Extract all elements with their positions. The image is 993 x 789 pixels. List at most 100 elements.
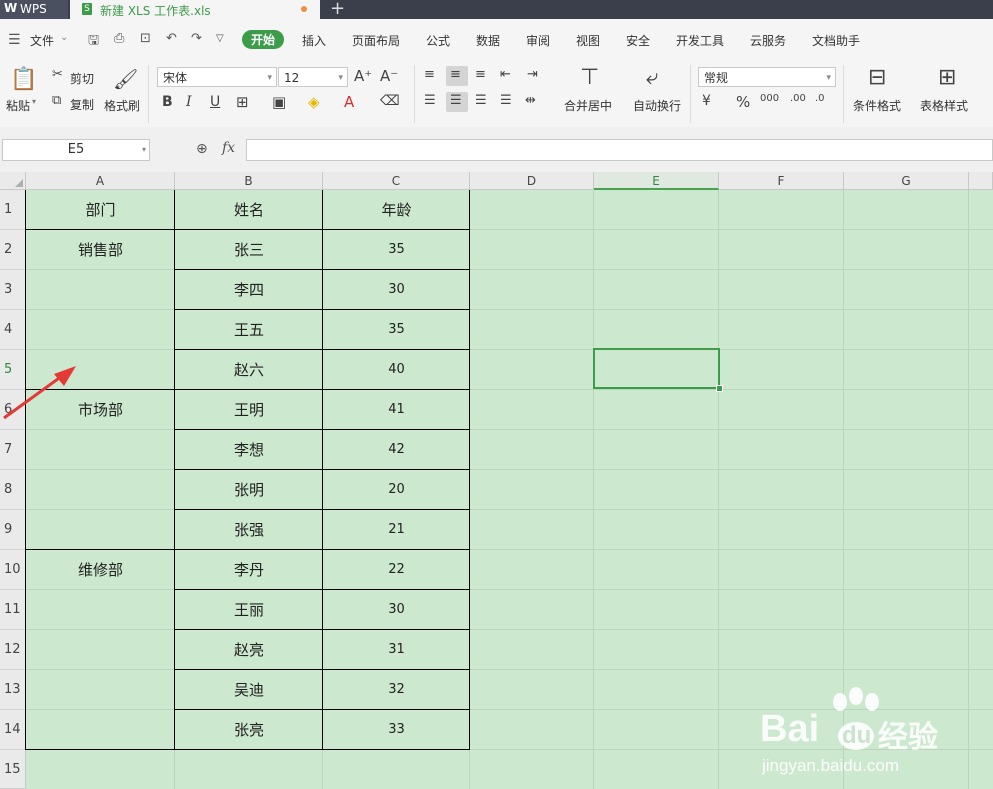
active-cell-cursor[interactable] [593,348,720,389]
tab-doc-assistant[interactable]: 文档助手 [812,32,860,49]
cell-b12[interactable]: 赵亮 [175,630,323,670]
column-header-a[interactable]: A [26,172,175,190]
row-header-3[interactable]: 3 [0,270,26,310]
cell-c8[interactable]: 20 [323,470,470,510]
function-icon[interactable]: fx [222,140,235,156]
row-header-11[interactable]: 11 [0,590,26,630]
increase-decimal-icon[interactable]: .00 [790,93,806,104]
name-box[interactable]: E5 ▾ [2,139,150,161]
table-style-icon[interactable]: ⊞ [938,65,956,90]
cell-b3[interactable]: 李四 [175,270,323,310]
merge-center-button[interactable]: 合并居中 [564,97,612,114]
cell-b11[interactable]: 王丽 [175,590,323,630]
zoom-icon[interactable]: ⊕ [196,141,208,157]
tab-formulas[interactable]: 公式 [426,32,450,49]
row-header-9[interactable]: 9 [0,510,26,550]
row-header-2[interactable]: 2 [0,230,26,270]
tab-review[interactable]: 审阅 [526,32,550,49]
tab-view[interactable]: 视图 [576,32,600,49]
row-header-14[interactable]: 14 [0,710,26,750]
cell-c13[interactable]: 32 [323,670,470,710]
row-header-10[interactable]: 10 [0,550,26,590]
decrease-font-icon[interactable]: A⁻ [380,67,398,85]
tab-security[interactable]: 安全 [626,32,650,49]
wps-app-tab[interactable]: W WPS [0,0,68,19]
cell-c12[interactable]: 31 [323,630,470,670]
row-header-4[interactable]: 4 [0,310,26,350]
align-center-icon[interactable]: ☰ [450,93,462,108]
cell-b1[interactable]: 姓名 [175,190,323,230]
row-header-15[interactable]: 15 [0,750,26,789]
cell-c9[interactable]: 21 [323,510,470,550]
bold-icon[interactable]: B [162,94,173,110]
cut-button[interactable]: 剪切 [70,70,94,87]
print-preview-icon[interactable]: ⊡ [140,31,151,46]
cell-c7[interactable]: 42 [323,430,470,470]
font-size-select[interactable]: 12 ▾ [278,67,348,87]
row-header-8[interactable]: 8 [0,470,26,510]
cell-b7[interactable]: 李想 [175,430,323,470]
redo-icon[interactable]: ↷ [191,31,202,46]
conditional-format-button[interactable]: 条件格式 [853,97,901,114]
tab-developer[interactable]: 开发工具 [676,32,724,49]
cell-b2[interactable]: 张三 [175,230,323,270]
column-header-g[interactable]: G [844,172,969,190]
clear-format-icon[interactable]: ⌫ [380,93,400,109]
paste-chevron-icon[interactable]: ▾ [32,97,36,106]
copy-button[interactable]: 复制 [70,96,94,113]
cell-b6[interactable]: 王明 [175,390,323,430]
column-header-e[interactable]: E [594,172,719,190]
document-tab[interactable]: S 新建 XLS 工作表.xls [70,0,320,19]
print-icon[interactable]: ⎙ [114,31,124,46]
underline-icon[interactable]: U [210,94,220,110]
cell-c4[interactable]: 35 [323,310,470,350]
paste-icon[interactable]: 📋 [10,67,37,92]
paste-button[interactable]: 粘贴 [6,97,30,114]
tab-cloud[interactable]: 云服务 [750,32,786,49]
column-header-c[interactable]: C [323,172,470,190]
cell-b13[interactable]: 吴迪 [175,670,323,710]
cell-a2[interactable]: 销售部 [26,230,175,270]
menu-hamburger-icon[interactable]: ☰ [8,32,21,48]
justify-icon[interactable]: ☰ [500,93,512,108]
cell-c11[interactable]: 30 [323,590,470,630]
cell-c5[interactable]: 40 [323,350,470,390]
distributed-icon[interactable]: ⇹ [525,93,536,108]
wrap-text-icon[interactable]: ⤶ [646,65,658,90]
formula-input[interactable] [246,139,993,161]
cell-b9[interactable]: 张强 [175,510,323,550]
font-name-select[interactable]: 宋体 ▾ [157,67,277,87]
table-style-button[interactable]: 表格样式 [920,97,968,114]
spreadsheet-grid[interactable]: ABCDEFG 1 2 3 4 5 6 7 8 9 10 11 12 13 14 15 部门 姓名 年龄 销售部张… [0,172,993,789]
align-left-icon[interactable]: ☰ [424,93,436,108]
row-header-12[interactable]: 12 [0,630,26,670]
percent-icon[interactable]: % [736,93,750,111]
cell-style-icon[interactable]: ▣ [272,93,286,111]
italic-icon[interactable]: I [186,94,192,110]
row-header-7[interactable]: 7 [0,430,26,470]
cell-a1[interactable]: 部门 [26,190,175,230]
wrap-text-button[interactable]: 自动换行 [633,97,681,114]
cut-icon[interactable]: ✂ [52,67,63,82]
number-format-select[interactable]: 常规 ▾ [698,67,836,87]
row-header-1[interactable]: 1 [0,190,26,230]
align-top-icon[interactable]: ≡ [424,67,435,82]
cell-c10[interactable]: 22 [323,550,470,590]
file-menu-chevron-icon[interactable]: ⌄ [60,32,68,43]
cell-c3[interactable]: 30 [323,270,470,310]
customize-toolbar-icon[interactable]: ▽ [216,33,224,44]
align-right-icon[interactable]: ☰ [475,93,487,108]
copy-icon[interactable]: ⧉ [52,93,61,108]
select-all-corner[interactable] [0,172,26,190]
column-header-d[interactable]: D [470,172,594,190]
increase-indent-icon[interactable]: ⇥ [527,67,538,82]
increase-font-icon[interactable]: A⁺ [354,67,372,85]
currency-icon[interactable]: ¥ [702,93,711,109]
column-header-b[interactable]: B [175,172,323,190]
undo-icon[interactable]: ↶ [166,31,177,46]
new-tab-button[interactable]: + [330,0,345,19]
tab-page-layout[interactable]: 页面布局 [352,32,400,49]
cell-b8[interactable]: 张明 [175,470,323,510]
format-painter-icon[interactable]: 🖌 [113,67,138,91]
thousands-icon[interactable]: 000 [760,93,779,104]
